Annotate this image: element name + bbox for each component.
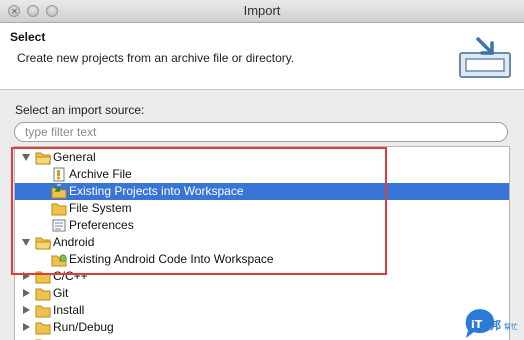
page-title: Select <box>10 30 46 44</box>
tree-item-label: Archive File <box>69 167 132 181</box>
tree-item-run-debug[interactable]: Run/Debug <box>15 319 509 336</box>
tree-item-label: Git <box>53 286 69 300</box>
file-system-icon <box>51 203 67 216</box>
svg-text:邦: 邦 <box>490 318 501 332</box>
tree-item-label: Preferences <box>69 218 134 232</box>
folder-icon <box>35 288 51 301</box>
tree-item-git[interactable]: Git <box>15 285 509 302</box>
expanded-arrow-icon[interactable] <box>22 239 30 246</box>
tree-item-label: Android <box>53 235 95 249</box>
tree-item-archive-file[interactable]: Archive File <box>15 166 509 183</box>
import-wizard-icon <box>459 37 511 78</box>
tree-item-partial[interactable] <box>15 336 509 340</box>
filter-input[interactable] <box>14 122 508 142</box>
tree-item-existing-android-code[interactable]: Existing Android Code Into Workspace <box>15 251 509 268</box>
tree-item-general[interactable]: General <box>15 149 509 166</box>
tree-item-file-system[interactable]: File System <box>15 200 509 217</box>
collapsed-arrow-icon[interactable] <box>23 323 30 331</box>
tree-item-cpp[interactable]: C/C++ <box>15 268 509 285</box>
folder-icon <box>35 305 51 318</box>
itbang-watermark-logo: iT 邦 幫忙 <box>465 309 518 338</box>
collapsed-arrow-icon[interactable] <box>23 272 30 280</box>
collapsed-arrow-icon[interactable] <box>23 289 30 297</box>
expanded-arrow-icon[interactable] <box>22 154 30 161</box>
tree-item-label: Existing Android Code Into Workspace <box>69 252 274 266</box>
window-title: Import <box>243 3 281 18</box>
svg-text:幫忙: 幫忙 <box>504 322 518 331</box>
tree-item-label: General <box>53 150 96 164</box>
folder-icon <box>35 237 51 250</box>
tree-item-existing-projects[interactable]: Existing Projects into Workspace <box>15 183 509 200</box>
tree-item-label: C/C++ <box>53 269 88 283</box>
page-description: Create new projects from an archive file… <box>17 51 295 65</box>
tree-item-label: Run/Debug <box>53 320 114 334</box>
tree-item-label: Install <box>53 303 85 317</box>
collapsed-arrow-icon[interactable] <box>23 306 30 314</box>
tree-item-label: Existing Projects into Workspace <box>69 184 244 198</box>
folder-icon <box>35 152 51 165</box>
tree-item-android[interactable]: Android <box>15 234 509 251</box>
title-bar: Import <box>0 0 524 23</box>
import-source-tree[interactable]: General Archive File Existing Projects i… <box>14 146 510 340</box>
archive-file-icon <box>53 167 65 182</box>
svg-text:iT: iT <box>471 318 483 331</box>
preferences-icon <box>52 219 66 232</box>
tree-item-preferences[interactable]: Preferences <box>15 217 509 234</box>
wizard-header: Select Create new projects from an archi… <box>0 23 524 90</box>
folder-icon <box>35 322 51 335</box>
tree-item-label: File System <box>69 201 132 215</box>
import-source-label: Select an import source: <box>15 103 145 117</box>
android-import-icon <box>51 254 67 267</box>
tree-item-install[interactable]: Install <box>15 302 509 319</box>
existing-projects-icon <box>51 184 67 199</box>
folder-icon <box>35 271 51 284</box>
